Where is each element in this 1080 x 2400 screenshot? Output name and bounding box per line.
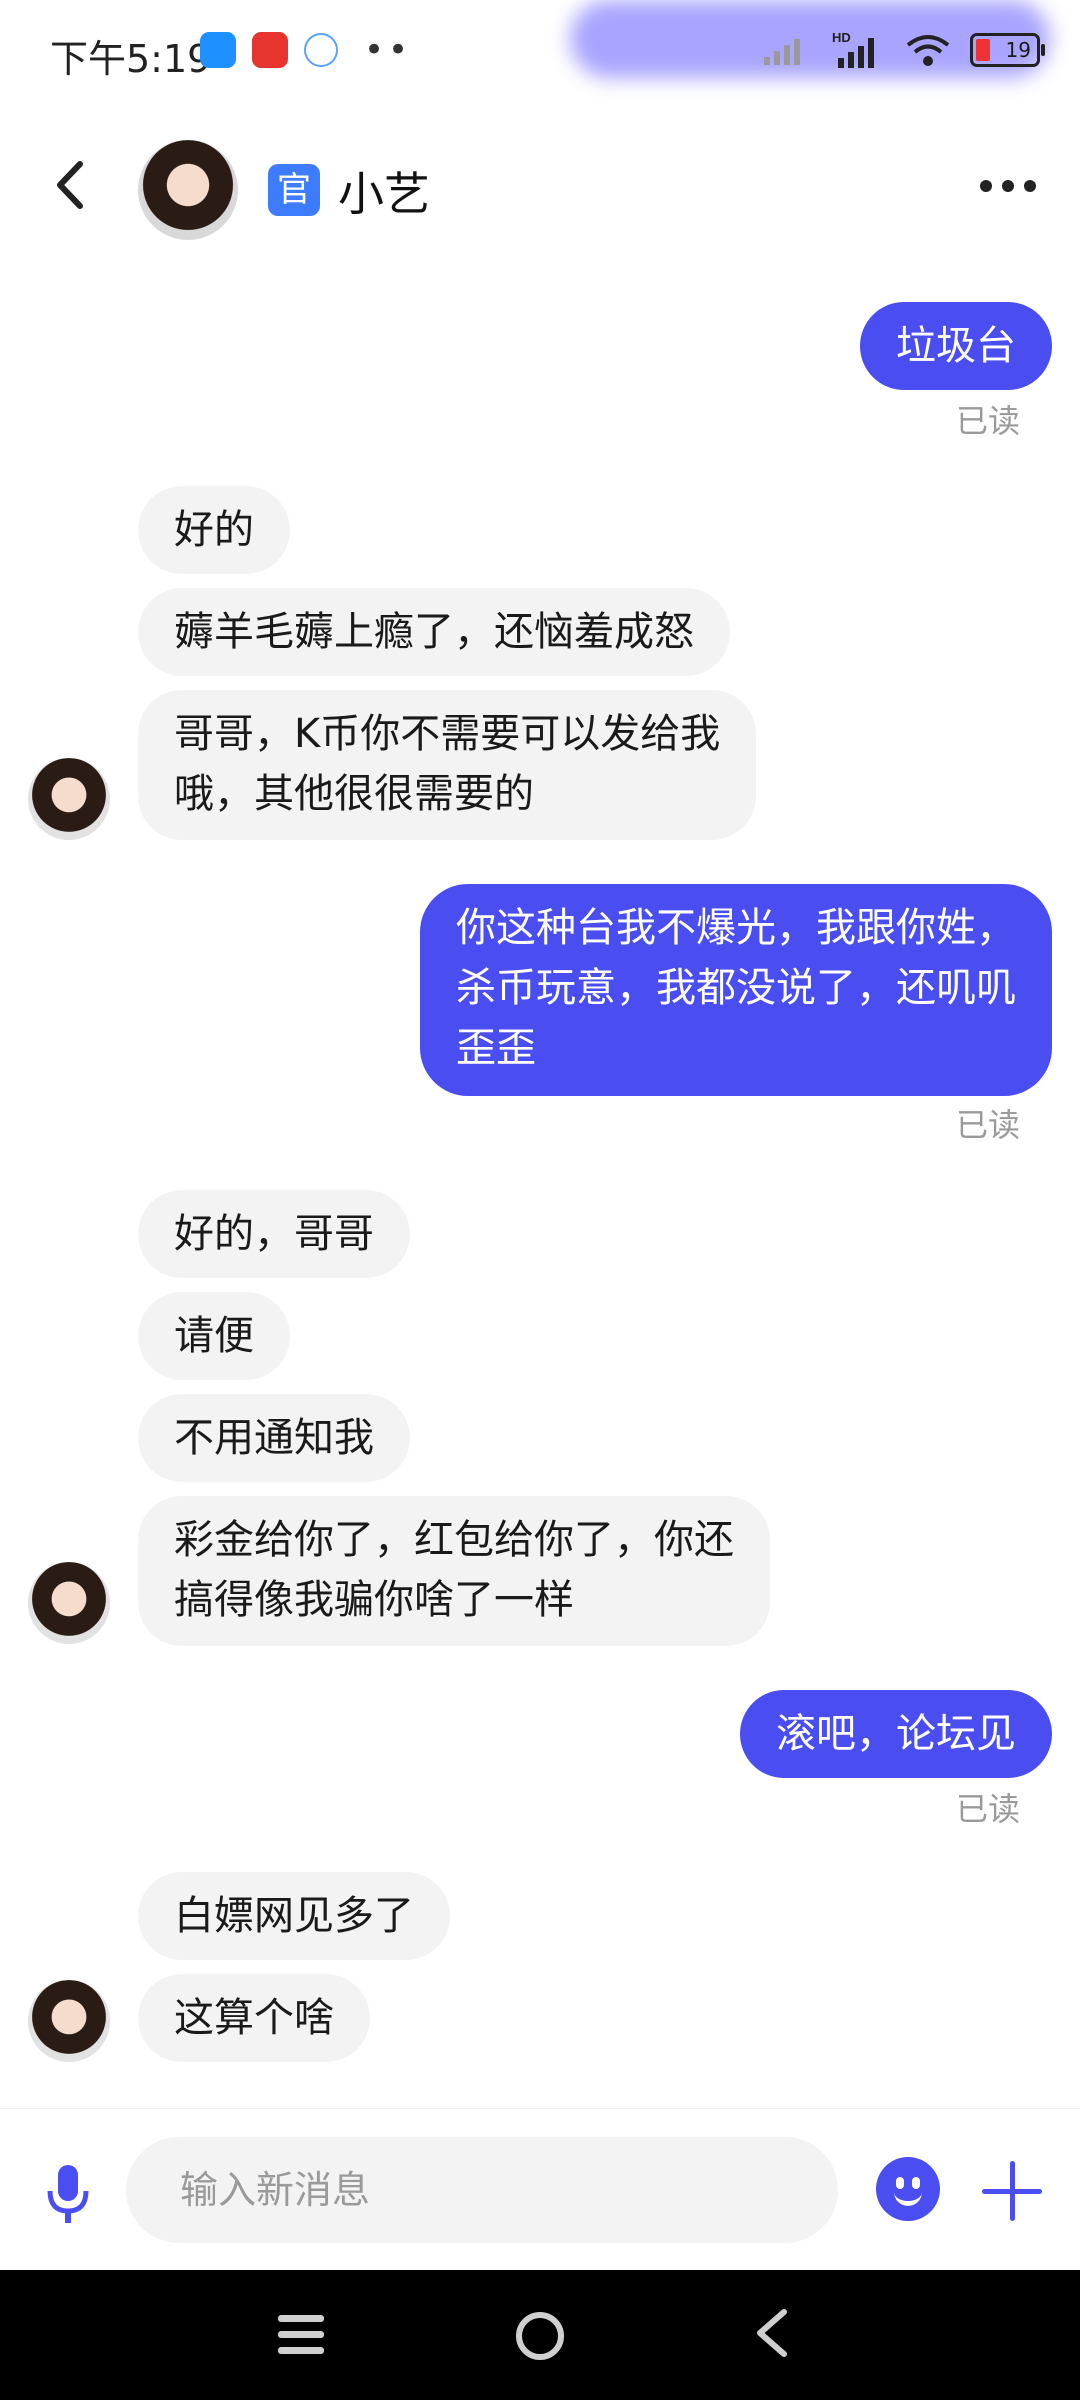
notification-icons: •• [200, 30, 412, 70]
received-message[interactable]: 请便 [138, 1292, 290, 1380]
read-status: 已读 [955, 402, 1020, 440]
battery-icon: 19 [970, 33, 1045, 67]
svg-text:HD: HD [832, 30, 851, 45]
message-text: 哦，其他很很需要的 [174, 771, 534, 817]
message-input-bar: 输入新消息 [0, 2108, 1080, 2271]
official-badge: 官 [268, 164, 320, 216]
add-attachment-icon[interactable] [982, 2161, 1042, 2221]
microphone-icon[interactable] [44, 2163, 92, 2227]
received-message[interactable]: 不用通知我 [138, 1394, 410, 1482]
received-message[interactable]: 薅羊毛薅上瘾了，还恼羞成怒 [138, 588, 730, 676]
menu-icon[interactable] [278, 2315, 324, 2355]
home-icon[interactable] [516, 2312, 564, 2360]
received-message[interactable]: 好的，哥哥 [138, 1190, 410, 1278]
received-message[interactable]: 哥哥，K币你不需要可以发给我 哦，其他很很需要的 [138, 690, 757, 840]
sender-avatar[interactable] [28, 1980, 110, 2062]
received-message[interactable]: 白嫖网见多了 [138, 1872, 450, 1960]
signal-icon: HD [832, 30, 874, 68]
status-bar: 下午5:19 •• HD 19 [0, 0, 1080, 100]
dot [1024, 180, 1036, 192]
sent-message[interactable]: 你这种台我不爆光，我跟你姓， 杀币玩意，我都没说了，还叽叽 歪歪 [420, 884, 1052, 1096]
signal-off-icon [764, 39, 800, 65]
read-status: 已读 [955, 1106, 1020, 1144]
message-list[interactable]: 垃圾台 已读 好的 薅羊毛薅上瘾了，还恼羞成怒 哥哥，K币你不需要可以发给我 哦… [0, 260, 1080, 2100]
wifi-icon [906, 35, 950, 66]
message-text: 好的，哥哥 [174, 1211, 374, 1257]
back-icon[interactable] [50, 160, 90, 210]
read-status: 已读 [955, 1790, 1020, 1828]
emoji-icon[interactable] [876, 2157, 940, 2221]
message-text: 垃圾台 [896, 323, 1016, 369]
chat-header: 官 小艺 [0, 100, 1080, 260]
more-notifications-icon: •• [364, 30, 413, 70]
sender-avatar[interactable] [28, 1562, 110, 1644]
message-text: 哥哥，K币你不需要可以发给我 [174, 711, 721, 757]
message-text: 杀币玩意，我都没说了，还叽叽 [456, 965, 1016, 1011]
system-nav-bar [0, 2270, 1080, 2400]
message-input[interactable]: 输入新消息 [126, 2137, 838, 2243]
dot [980, 180, 992, 192]
message-text: 好的 [174, 507, 254, 553]
message-text: 白嫖网见多了 [174, 1893, 414, 1939]
message-text: 搞得像我骗你啥了一样 [174, 1577, 574, 1623]
sent-message[interactable]: 滚吧，论坛见 [740, 1690, 1052, 1778]
message-text: 这算个啥 [174, 1995, 334, 2041]
received-message[interactable]: 好的 [138, 486, 290, 574]
message-text: 请便 [174, 1313, 254, 1359]
dot [1002, 180, 1014, 192]
message-text: 歪歪 [456, 1025, 536, 1071]
app-notification-icon [200, 32, 236, 68]
status-indicators: HD 19 [762, 30, 1045, 70]
sender-avatar[interactable] [28, 758, 110, 840]
chat-title: 小艺 [338, 167, 430, 221]
app-notification-icon [252, 32, 288, 68]
sent-message[interactable]: 垃圾台 [860, 302, 1052, 390]
battery-level: 19 [1005, 38, 1031, 62]
more-options-icon[interactable] [980, 180, 1036, 192]
received-message[interactable]: 彩金给你了，红包给你了，你还 搞得像我骗你啥了一样 [138, 1496, 770, 1646]
nav-back-icon[interactable] [752, 2308, 792, 2358]
received-message[interactable]: 这算个啥 [138, 1974, 370, 2062]
message-text: 滚吧，论坛见 [776, 1711, 1016, 1757]
message-text: 彩金给你了，红包给你了，你还 [174, 1517, 734, 1563]
status-time: 下午5:19 [50, 37, 212, 81]
message-text: 薅羊毛薅上瘾了，还恼羞成怒 [174, 609, 694, 655]
message-text: 你这种台我不爆光，我跟你姓， [456, 905, 1016, 951]
contact-avatar[interactable] [138, 140, 238, 240]
message-text: 不用通知我 [174, 1415, 374, 1461]
app-notification-icon [304, 33, 338, 67]
